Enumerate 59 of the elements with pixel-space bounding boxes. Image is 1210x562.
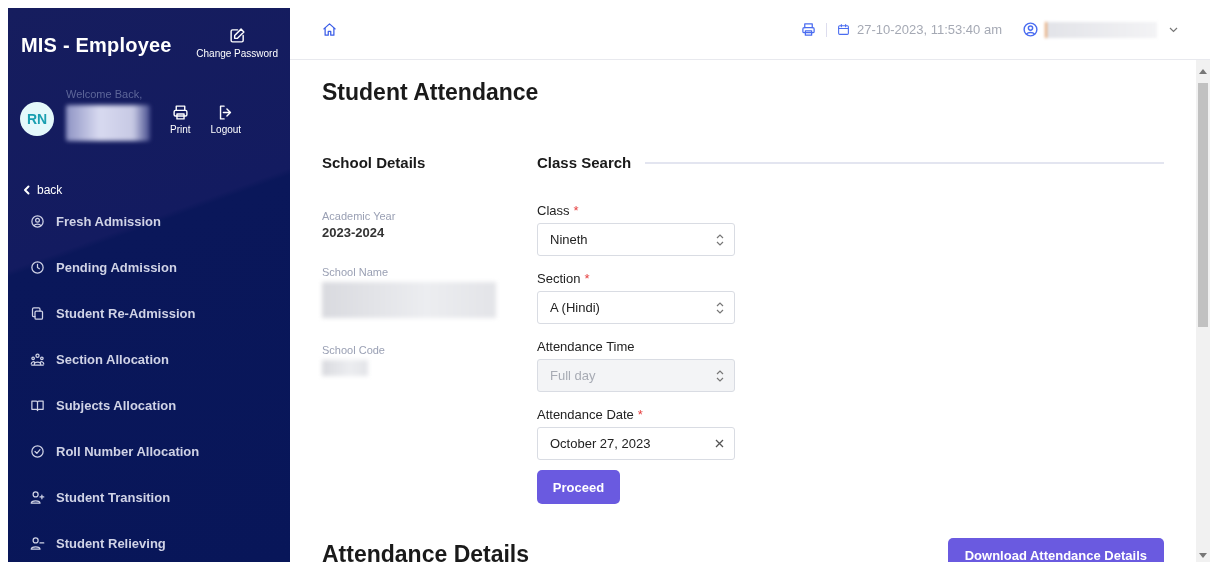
sidebar-item[interactable]: Fresh Admission: [8, 198, 290, 244]
clear-icon[interactable]: [715, 439, 724, 448]
avatar: RN: [20, 102, 54, 136]
select-field[interactable]: A (Hindi): [537, 291, 735, 324]
home-icon[interactable]: [322, 22, 337, 37]
detail-value: 2023-2024: [322, 225, 386, 240]
field-label: Attendance Time: [537, 339, 635, 354]
required-mark: *: [637, 407, 643, 422]
calendar-icon: [836, 23, 850, 36]
sort-arrows-icon: [716, 301, 724, 314]
app-title: MIS - Employee: [21, 34, 172, 57]
sort-arrows-icon: [716, 233, 724, 246]
proceed-button[interactable]: Proceed: [537, 470, 620, 504]
sidebar-item[interactable]: Student Re-Admission: [8, 290, 290, 336]
scroll-up-icon[interactable]: [1199, 69, 1207, 74]
back-link[interactable]: back: [8, 141, 63, 197]
printer-icon[interactable]: [800, 22, 816, 37]
date-field[interactable]: October 27, 2023: [537, 427, 735, 460]
user-plus-icon: [30, 489, 45, 505]
scroll-down-icon[interactable]: [1199, 553, 1207, 558]
detail-label: Academic Year: [322, 210, 397, 222]
clock-icon: [30, 259, 45, 275]
required-mark: *: [573, 203, 579, 218]
required-mark: *: [584, 271, 590, 286]
sort-arrows-icon: [716, 369, 724, 382]
field-label: Attendance Date: [537, 407, 634, 422]
section-title: School Details: [322, 154, 427, 171]
book-icon: [30, 397, 45, 413]
download-button[interactable]: Download Attendance Details: [947, 538, 1164, 562]
sidebar-item[interactable]: Student Transition: [8, 474, 290, 520]
welcome-text: Welcome Back,: [66, 88, 144, 100]
sidebar-item[interactable]: Pending Admission: [8, 244, 290, 290]
group-icon: [30, 351, 45, 367]
printer-icon: [171, 103, 189, 121]
sidebar-item[interactable]: Subjects Allocation: [8, 382, 290, 428]
section-heading: Attendance Details: [322, 541, 530, 562]
select-field[interactable]: Nineth: [537, 223, 735, 256]
date-time: 27-10-2023, 11:53:40 am: [856, 22, 1002, 37]
check-circle-icon: [30, 443, 45, 459]
user-circle-icon: [30, 213, 45, 229]
chevron-down-icon[interactable]: [1169, 26, 1178, 33]
select-field: Full day: [537, 359, 735, 392]
logout-button[interactable]: Logout: [210, 103, 242, 135]
user-circle-icon[interactable]: [1022, 21, 1039, 38]
field-label: Class: [537, 203, 570, 218]
user-minus-icon: [30, 535, 45, 551]
print-button[interactable]: Print: [170, 103, 191, 135]
sidebar-item[interactable]: Roll Number Allocation: [8, 428, 290, 474]
chevron-left-icon: [23, 185, 31, 195]
detail-label: School Name: [322, 266, 390, 278]
section-title: Class Search: [537, 154, 632, 171]
page-title: Student Attendance: [322, 79, 540, 106]
sidebar-item[interactable]: Student Relieving: [8, 520, 290, 562]
edit-icon: [228, 27, 246, 44]
field-label: Section: [537, 271, 581, 286]
sidebar-item[interactable]: Section Allocation: [8, 336, 290, 382]
detail-label: School Code: [322, 344, 386, 356]
copy-icon: [30, 305, 45, 321]
change-password-button[interactable]: Change Password: [196, 20, 278, 59]
